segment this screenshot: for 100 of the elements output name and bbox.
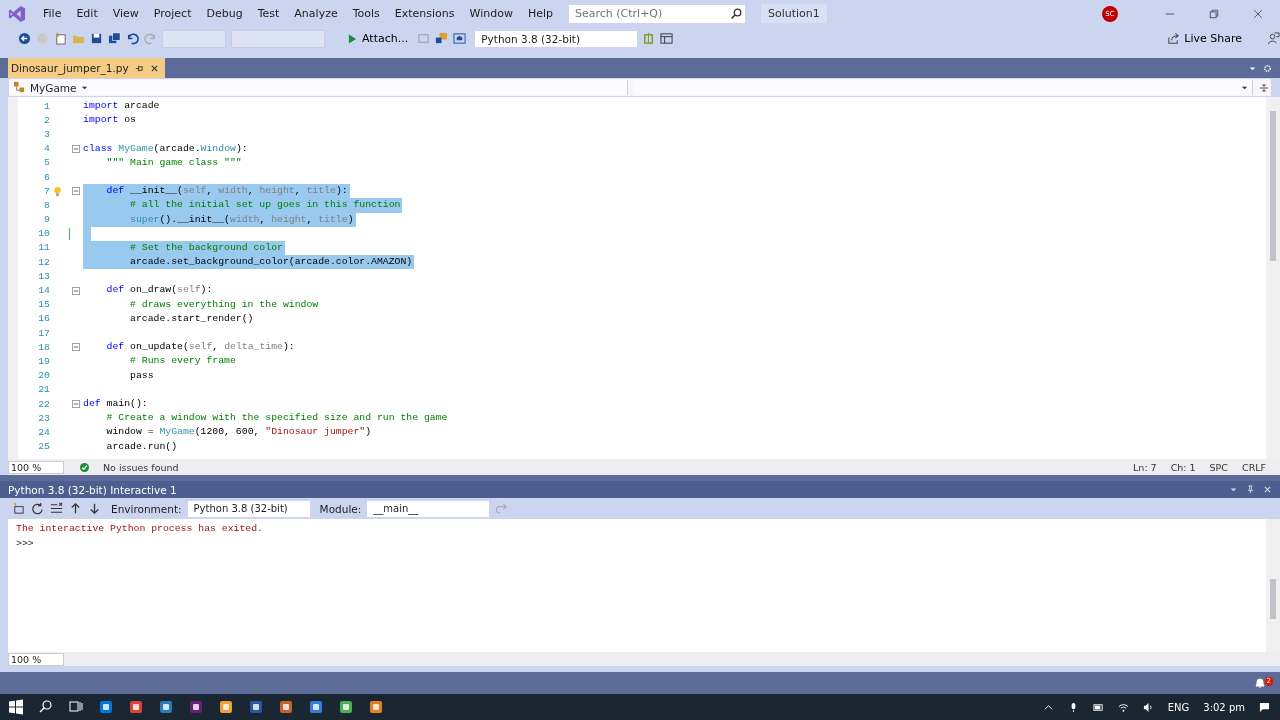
- live-share-button[interactable]: Live Share: [1161, 31, 1248, 46]
- app-icon[interactable]: [158, 699, 174, 715]
- zoom-dropdown[interactable]: 100 %: [8, 652, 64, 666]
- code-line: def on_draw(self):: [105, 283, 214, 298]
- caret-icon: [1241, 84, 1248, 91]
- code-line: import os: [83, 113, 137, 128]
- environment-dropdown[interactable]: Python 3.8 (32-bit): [475, 30, 638, 47]
- zoom-dropdown[interactable]: 100 %: [8, 460, 64, 474]
- line-number: 5: [43, 157, 50, 169]
- line-number: 1: [43, 100, 50, 112]
- console-line: The interactive Python process has exited.: [16, 522, 264, 536]
- wifi-icon[interactable]: [1117, 701, 1129, 713]
- split-icon[interactable]: [1259, 82, 1269, 93]
- attach-button[interactable]: Attach...: [344, 32, 413, 45]
- class-dropdown[interactable]: MyGame: [9, 80, 628, 95]
- back-icon[interactable]: [18, 32, 31, 45]
- menu-item[interactable]: Project: [146, 4, 200, 23]
- code-line: window = MyGame(1200, 600, "Dinosaur jumper"): [105, 425, 373, 440]
- app-icon[interactable]: [278, 699, 294, 715]
- line-number: 24: [37, 426, 50, 438]
- app-icon[interactable]: [308, 699, 324, 715]
- action-center-icon[interactable]: [1259, 701, 1270, 713]
- collapse-icon[interactable]: [72, 187, 80, 196]
- reset-icon[interactable]: [31, 502, 44, 515]
- clock[interactable]: 3:02 pm: [1203, 701, 1245, 713]
- undo-icon[interactable]: [126, 32, 139, 45]
- close-icon[interactable]: [149, 63, 159, 73]
- line-number: 13: [37, 270, 50, 282]
- issues-status[interactable]: No issues found: [103, 461, 179, 473]
- code-line: def on_update(self, delta_time):: [105, 340, 296, 355]
- search-icon[interactable]: [38, 699, 54, 715]
- menu-item[interactable]: Tools: [345, 4, 388, 23]
- battery-icon[interactable]: [1092, 701, 1104, 713]
- indent-mode: SPC: [1209, 461, 1228, 473]
- line-number: 23: [37, 412, 50, 424]
- menu-item[interactable]: Debug: [199, 4, 251, 23]
- menu-item[interactable]: Extensions: [387, 4, 463, 23]
- code-line: # Runs every frame: [129, 354, 237, 369]
- layout-icon[interactable]: [660, 32, 674, 45]
- line-number: 12: [37, 256, 50, 268]
- notification-icon[interactable]: [1254, 677, 1266, 689]
- up-arrow-icon[interactable]: [69, 502, 82, 515]
- document-tab[interactable]: Dinosaur_jumper_1.py: [8, 58, 165, 78]
- collapse-icon[interactable]: [72, 286, 80, 295]
- play-icon: [348, 33, 357, 44]
- scrollbar[interactable]: [1266, 97, 1280, 459]
- task-view-icon[interactable]: [68, 699, 84, 715]
- language-indicator[interactable]: ENG: [1167, 701, 1190, 713]
- menu-item[interactable]: Help: [520, 4, 561, 23]
- collapse-icon[interactable]: [72, 400, 80, 409]
- app-icon[interactable]: [338, 699, 354, 715]
- app-icon[interactable]: [98, 699, 114, 715]
- app-icon[interactable]: [368, 699, 384, 715]
- save-icon[interactable]: [90, 32, 103, 45]
- module-dropdown[interactable]: __main__: [367, 500, 490, 517]
- menu-item[interactable]: Analyze: [287, 4, 346, 23]
- close-icon[interactable]: [1253, 8, 1263, 19]
- menu-item[interactable]: Test: [250, 4, 288, 23]
- search-icon[interactable]: [727, 4, 745, 23]
- code-line: arcade.run(): [105, 439, 179, 454]
- line-number: 19: [37, 355, 50, 367]
- solution-name: Solution1: [761, 4, 827, 23]
- line-number: 2: [43, 114, 50, 126]
- code-line: """ Main game class """: [105, 155, 243, 170]
- app-logo: [8, 4, 26, 23]
- app-icon[interactable]: [218, 699, 234, 715]
- clear-icon[interactable]: [50, 502, 63, 515]
- code-line: def main():: [83, 396, 149, 411]
- pin-icon[interactable]: [134, 63, 144, 73]
- app-icon[interactable]: [188, 699, 204, 715]
- panel-title: Python 3.8 (32-bit) Interactive 1: [8, 483, 177, 496]
- collapse-icon[interactable]: [72, 343, 80, 352]
- menu-item[interactable]: File: [36, 4, 70, 23]
- menu-item[interactable]: View: [105, 4, 147, 23]
- search-field[interactable]: Search (Ctrl+Q): [569, 4, 727, 23]
- home-icon[interactable]: [453, 32, 467, 45]
- line-number: 17: [37, 327, 50, 339]
- down-arrow-icon[interactable]: [88, 502, 101, 515]
- save-all-icon[interactable]: [108, 32, 121, 45]
- speaker-icon[interactable]: [1142, 701, 1154, 713]
- find-icon[interactable]: [435, 32, 449, 45]
- settings-icon[interactable]: [1263, 63, 1272, 73]
- new-window-icon[interactable]: [12, 502, 25, 515]
- restore-icon[interactable]: [1209, 8, 1219, 19]
- scrollbar[interactable]: [1266, 519, 1280, 652]
- app-icon[interactable]: [128, 699, 144, 715]
- tab-title[interactable]: Dinosaur_jumper_1.py: [11, 62, 129, 74]
- new-item-icon[interactable]: [54, 32, 67, 45]
- menu-item[interactable]: Edit: [69, 4, 106, 23]
- app-icon[interactable]: [248, 699, 264, 715]
- line-ending: CRLF: [1242, 461, 1266, 473]
- collapse-icon[interactable]: [72, 144, 80, 153]
- start-icon[interactable]: [8, 699, 24, 715]
- menu-item[interactable]: Window: [462, 4, 521, 23]
- line-number: 10: [37, 228, 50, 240]
- line-number: 7: [43, 185, 50, 197]
- feedback-icon[interactable]: [1267, 32, 1280, 45]
- line-number: 18: [37, 341, 50, 353]
- environment-dropdown[interactable]: Python 3.8 (32-bit): [187, 500, 310, 517]
- line-number: 3: [43, 128, 50, 140]
